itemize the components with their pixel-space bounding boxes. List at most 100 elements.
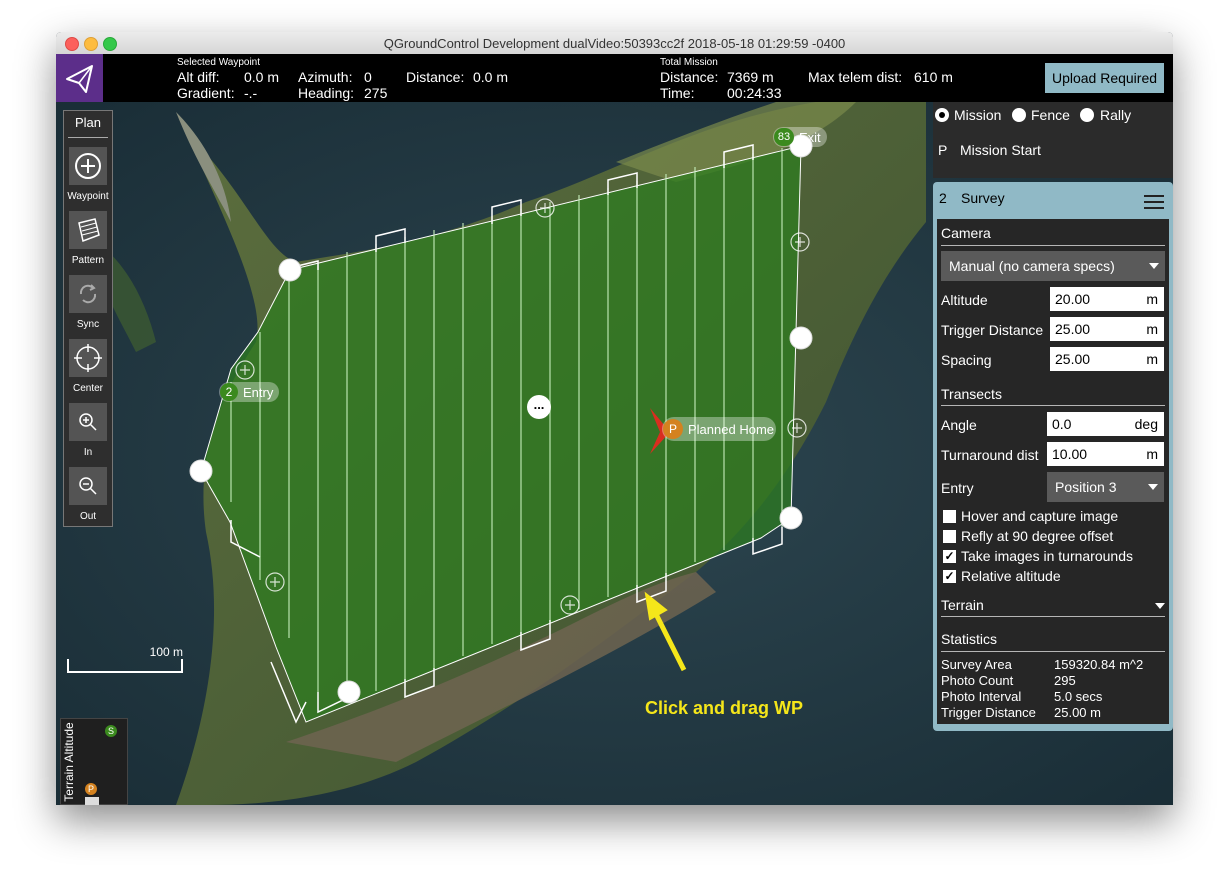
pattern-button[interactable]: [69, 211, 107, 249]
chevron-down-icon: [1149, 263, 1159, 269]
turnaround-field[interactable]: 10.00 m: [1047, 442, 1164, 466]
survey-area-label: Survey Area: [941, 657, 1012, 672]
terrain-section[interactable]: Terrain: [937, 591, 1169, 617]
total-mission-heading: Total Mission: [660, 57, 718, 68]
angle-field[interactable]: 0.0 deg: [1047, 412, 1164, 436]
plan-view-button[interactable]: [56, 54, 103, 102]
center-button[interactable]: [69, 339, 107, 377]
terrain-altitude-panel: Terrain Altitude S P: [60, 718, 128, 805]
terrain-bar: [85, 797, 99, 805]
relative-altitude-label[interactable]: Relative altitude: [961, 568, 1061, 584]
main-toolbar: Selected Waypoint Alt diff: 0.0 m Gradie…: [56, 54, 1173, 102]
angle-label: Angle: [941, 417, 977, 433]
mission-start-letter: P: [938, 142, 948, 158]
waypoint-label: Waypoint: [67, 191, 109, 202]
entry-number-badge: 2: [220, 383, 238, 401]
fence-radio[interactable]: [1012, 108, 1026, 122]
trigger-distance-label: Trigger Distance: [941, 322, 1044, 338]
altitude-label: Altitude: [941, 292, 988, 308]
survey-item-editor: 2 Survey Camera Manual (no camera specs)…: [933, 182, 1173, 731]
entry-marker[interactable]: 2 Entry: [219, 382, 279, 402]
total-time-label: Time:: [660, 85, 695, 101]
mission-radio[interactable]: [935, 108, 949, 122]
title-bar: QGroundControl Development dualVideo:503…: [56, 32, 1173, 55]
zoom-in-button[interactable]: [69, 403, 107, 441]
pattern-icon: [78, 218, 100, 243]
distance-value: 0.0 m: [473, 69, 509, 85]
zoom-out-button[interactable]: [69, 467, 107, 505]
rally-radio[interactable]: [1080, 108, 1094, 122]
turnaround-unit: m: [1146, 446, 1158, 462]
total-distance-label: Distance:: [660, 69, 719, 85]
chevron-down-icon: [1155, 603, 1165, 609]
exit-marker[interactable]: 83 Exit: [773, 127, 827, 147]
add-circle-icon: [75, 153, 101, 179]
sync-button[interactable]: [69, 275, 107, 313]
trigger-distance-field[interactable]: 25.00 m: [1050, 317, 1164, 341]
paper-plane-icon: [66, 65, 93, 93]
hover-capture-checkbox[interactable]: [943, 510, 956, 523]
turnaround-images-label[interactable]: Take images in turnarounds: [961, 548, 1133, 564]
zoom-in-label: In: [83, 447, 93, 458]
mission-start-label: Mission Start: [960, 142, 1041, 158]
terrain-start-badge: S: [105, 725, 117, 737]
pattern-tool[interactable]: Pattern: [64, 211, 112, 273]
survey-area-value: 159320.84 m^2: [1054, 657, 1144, 672]
spacing-value: 25.00: [1055, 351, 1091, 367]
gradient-value: -.-: [244, 85, 258, 101]
hamburger-menu-icon[interactable]: [1143, 194, 1165, 210]
max-telem-label: Max telem dist:: [808, 69, 903, 85]
entry-select[interactable]: Position 3: [1047, 472, 1164, 502]
refly-label[interactable]: Refly at 90 degree offset: [961, 528, 1113, 544]
alt-diff-value: 0.0 m: [244, 69, 280, 85]
mission-editor-panel: Mission Fence Rally P Mission Start 2 Su…: [933, 102, 1173, 805]
waypoint-button[interactable]: [69, 147, 107, 185]
center-tool[interactable]: Center: [64, 339, 112, 401]
mission-start-item[interactable]: P Mission Start: [933, 130, 1173, 178]
spacing-field[interactable]: 25.00 m: [1050, 347, 1164, 371]
center-label: Center: [72, 383, 103, 394]
altitude-field[interactable]: 20.00 m: [1050, 287, 1164, 311]
zoom-out-icon: [79, 477, 97, 495]
camera-select-value: Manual (no camera specs): [949, 258, 1115, 274]
gradient-label: Gradient:: [177, 85, 235, 101]
heading-value: 275: [364, 85, 388, 101]
mission-radio-label[interactable]: Mission: [954, 107, 1001, 123]
planned-home-marker[interactable]: P Planned Home: [662, 417, 776, 441]
exit-number-badge: 83: [774, 128, 794, 146]
spacing-unit: m: [1146, 351, 1158, 367]
total-distance-value: 7369 m: [727, 69, 774, 85]
trigger-distance-value: 25.00: [1055, 321, 1091, 337]
max-telem-value: 610 m: [914, 69, 953, 85]
alt-diff-label: Alt diff:: [177, 69, 220, 85]
angle-value: 0.0: [1052, 416, 1072, 432]
total-time-value: 00:24:33: [727, 85, 782, 101]
map-view[interactable]: 2 Entry 83 Exit P Planned Home ... Click…: [56, 102, 1173, 805]
hover-capture-label[interactable]: Hover and capture image: [961, 508, 1118, 524]
sync-label: Sync: [76, 319, 100, 330]
sync-tool[interactable]: Sync: [64, 275, 112, 337]
survey-number: 2: [939, 190, 947, 206]
zoom-in-tool[interactable]: In: [64, 403, 112, 465]
survey-title: Survey: [961, 190, 1005, 206]
turnaround-images-checkbox[interactable]: ✓: [943, 550, 956, 563]
entry-select-value: Position 3: [1055, 479, 1117, 495]
terrain-divider: [941, 616, 1165, 617]
zoom-out-tool[interactable]: Out: [64, 467, 112, 529]
angle-unit: deg: [1134, 416, 1158, 432]
azimuth-value: 0: [364, 69, 372, 85]
photo-count-value: 295: [1054, 673, 1076, 688]
rally-radio-label[interactable]: Rally: [1100, 107, 1131, 123]
spacing-label: Spacing: [941, 352, 992, 368]
fence-radio-label[interactable]: Fence: [1031, 107, 1070, 123]
camera-select[interactable]: Manual (no camera specs): [941, 251, 1165, 281]
upload-required-button[interactable]: Upload Required: [1045, 63, 1164, 93]
selected-waypoint-heading: Selected Waypoint: [177, 57, 261, 68]
zoom-out-label: Out: [79, 511, 97, 522]
sync-icon: [79, 284, 97, 304]
more-options-button[interactable]: ...: [527, 395, 551, 419]
relative-altitude-checkbox[interactable]: ✓: [943, 570, 956, 583]
refly-checkbox[interactable]: [943, 530, 956, 543]
waypoint-tool[interactable]: Waypoint: [64, 147, 112, 209]
altitude-unit: m: [1146, 291, 1158, 307]
